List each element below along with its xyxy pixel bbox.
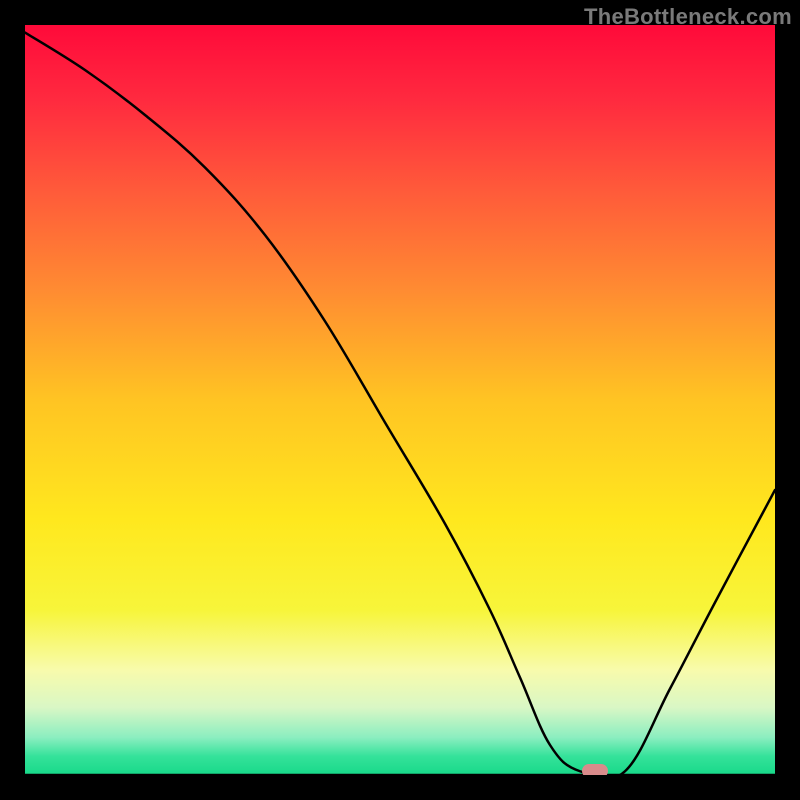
gradient-background [25, 25, 775, 775]
optimal-marker [582, 764, 608, 775]
plot-svg [25, 25, 775, 775]
plot-area [25, 25, 775, 775]
watermark-text: TheBottleneck.com [584, 4, 792, 30]
chart-frame: TheBottleneck.com [0, 0, 800, 800]
